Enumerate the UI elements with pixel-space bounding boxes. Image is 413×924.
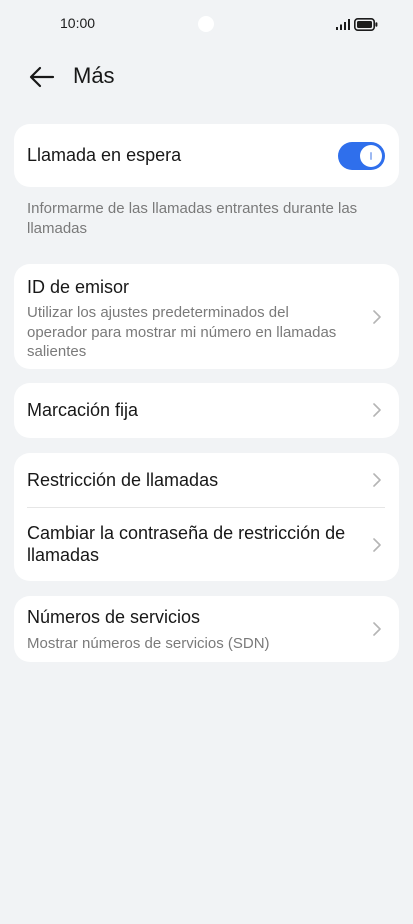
service-numbers-row[interactable]: Números de servicios Mostrar números de …: [14, 596, 399, 662]
call-waiting-toggle[interactable]: [338, 142, 385, 170]
arrow-left-icon: [29, 66, 55, 88]
settings-screen: 10:00 Más Llamada en espera Informarme d…: [0, 0, 413, 924]
caller-id-label: ID de emisor: [27, 277, 130, 297]
chevron-right-icon: [373, 473, 381, 487]
battery-icon: [354, 18, 378, 31]
fixed-dialing-card: Marcación fija: [14, 383, 399, 438]
caller-id-card: ID de emisor Utilizar los ajustes predet…: [14, 264, 399, 369]
change-barring-password-label: Cambiar la contraseña de restricción de …: [27, 523, 346, 565]
chevron-right-icon: [373, 622, 381, 636]
call-waiting-caption: Informarme de las llamadas entrantes dur…: [27, 200, 358, 237]
service-numbers-subtitle: Mostrar números de servicios (SDN): [27, 635, 270, 652]
fixed-dialing-label: Marcación fija: [27, 400, 139, 420]
chevron-right-icon: [373, 310, 381, 324]
fixed-dialing-row[interactable]: Marcación fija: [14, 383, 399, 438]
page-title: Más: [73, 63, 115, 88]
toggle-on-mark: [370, 152, 372, 160]
status-bar: 10:00: [0, 0, 413, 50]
call-waiting-label: Llamada en espera: [27, 145, 182, 165]
call-barring-row[interactable]: Restricción de llamadas: [14, 453, 399, 507]
signal-icon: [336, 19, 350, 30]
change-barring-password-row[interactable]: Cambiar la contraseña de restricción de …: [14, 508, 399, 581]
call-waiting-row[interactable]: Llamada en espera: [14, 124, 399, 187]
back-button[interactable]: [26, 62, 58, 92]
chevron-right-icon: [373, 538, 381, 552]
call-barring-label: Restricción de llamadas: [27, 470, 219, 490]
caller-id-subtitle: Utilizar los ajustes predeterminados del…: [27, 304, 337, 360]
call-barring-card: Restricción de llamadas Cambiar la contr…: [14, 453, 399, 581]
service-numbers-label: Números de servicios: [27, 607, 201, 627]
call-waiting-card: Llamada en espera: [14, 124, 399, 187]
front-camera: [198, 16, 214, 32]
toggle-knob: [360, 145, 382, 167]
header: Más: [0, 52, 413, 102]
service-numbers-card: Números de servicios Mostrar números de …: [14, 596, 399, 662]
status-time: 10:00: [60, 15, 96, 31]
caller-id-row[interactable]: ID de emisor Utilizar los ajustes predet…: [14, 264, 399, 369]
chevron-right-icon: [373, 403, 381, 417]
